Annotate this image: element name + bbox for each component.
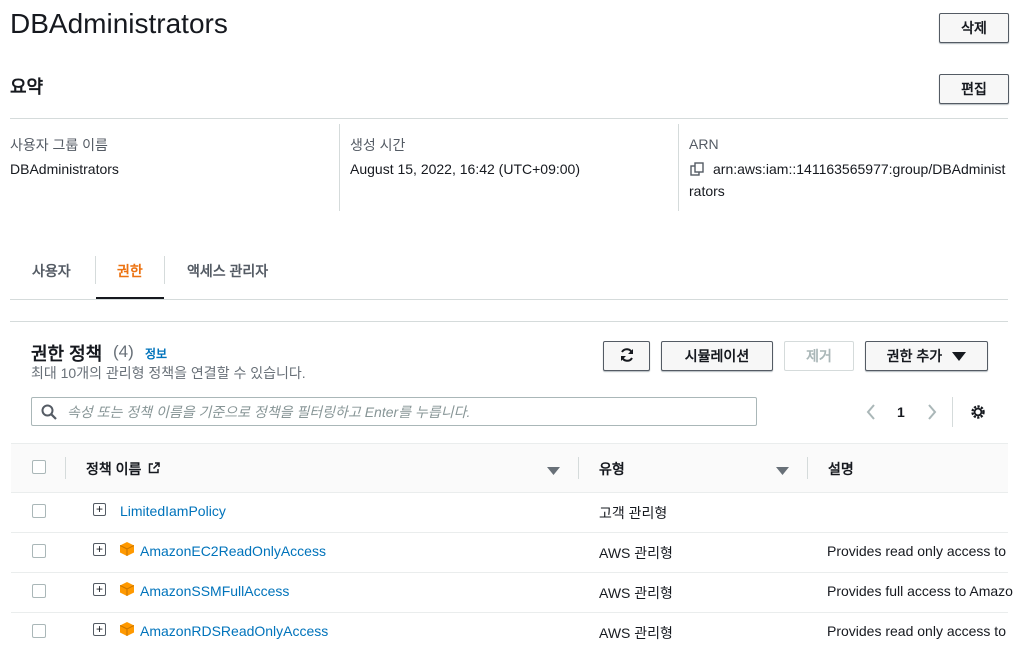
- table-row[interactable]: + AmazonRDSReadOnlyAccess AWS 관리형 Provid…: [11, 612, 1008, 652]
- refresh-button[interactable]: [603, 341, 650, 371]
- column-header-description[interactable]: 설명: [828, 459, 854, 479]
- policy-description: Provides read only access to: [827, 543, 1006, 559]
- column-separator: [578, 457, 579, 479]
- tabs-divider: [10, 299, 1008, 300]
- row-checkbox[interactable]: [32, 584, 46, 598]
- policy-name-link[interactable]: AmazonEC2ReadOnlyAccess: [140, 543, 326, 559]
- tab-separator: [95, 256, 96, 284]
- column-name-label: 정책 이름: [86, 461, 142, 477]
- arn-label: ARN: [689, 136, 719, 152]
- column-header-name[interactable]: 정책 이름: [86, 459, 161, 479]
- column-header-type[interactable]: 유형: [599, 459, 625, 479]
- simulate-button[interactable]: 시뮬레이션: [661, 341, 773, 371]
- select-all-checkbox[interactable]: [32, 460, 46, 474]
- table-row[interactable]: + AmazonEC2ReadOnlyAccess AWS 관리형 Provid…: [11, 532, 1008, 573]
- policy-type: AWS 관리형: [599, 585, 673, 601]
- tab-access-advisor[interactable]: 액세스 관리자: [187, 261, 268, 281]
- summary-heading: 요약: [10, 77, 44, 97]
- table-row[interactable]: + AmazonSSMFullAccess AWS 관리형 Provides f…: [11, 572, 1013, 613]
- column-divider: [678, 124, 679, 211]
- row-checkbox[interactable]: [32, 624, 46, 638]
- created-value: August 15, 2022, 16:42 (UTC+09:00): [350, 161, 580, 177]
- chevron-right-icon[interactable]: [927, 404, 937, 425]
- expand-plus-icon[interactable]: +: [93, 583, 106, 596]
- policy-type: AWS 관리형: [599, 545, 673, 561]
- external-link-icon: [148, 461, 161, 477]
- tab-separator: [164, 256, 165, 284]
- search-input[interactable]: [65, 402, 729, 421]
- arn-value-line2: rators: [689, 183, 725, 199]
- policy-search-box[interactable]: [31, 397, 757, 426]
- policy-name-link[interactable]: AmazonSSMFullAccess: [140, 583, 289, 599]
- pagination-divider: [952, 397, 953, 427]
- column-separator: [65, 457, 66, 479]
- policy-type: 고객 관리형: [599, 505, 668, 521]
- table-row[interactable]: + LimitedIamPolicy 고객 관리형: [11, 492, 1008, 533]
- caret-down-icon: [952, 348, 967, 364]
- tab-permissions[interactable]: 권한: [117, 261, 143, 281]
- aws-managed-cube-icon: [119, 622, 135, 636]
- row-checkbox[interactable]: [32, 544, 46, 558]
- created-label: 생성 시간: [350, 137, 406, 153]
- column-divider: [339, 124, 340, 211]
- refresh-icon: [619, 347, 635, 366]
- aws-managed-cube-icon: [119, 542, 135, 556]
- chevron-left-icon[interactable]: [866, 404, 876, 425]
- expand-plus-icon[interactable]: +: [93, 543, 106, 556]
- delete-button[interactable]: 삭제: [939, 13, 1009, 43]
- expand-plus-icon[interactable]: +: [93, 503, 106, 516]
- summary-divider: [10, 118, 1008, 119]
- sort-caret-icon[interactable]: [547, 463, 560, 481]
- add-permissions-button[interactable]: 권한 추가: [865, 341, 988, 371]
- group-name-value: DBAdministrators: [10, 161, 119, 177]
- gear-icon[interactable]: [969, 403, 987, 426]
- remove-button[interactable]: 제거: [784, 341, 854, 371]
- row-checkbox[interactable]: [32, 504, 46, 518]
- column-separator: [807, 457, 808, 479]
- policy-name-link[interactable]: AmazonRDSReadOnlyAccess: [140, 623, 328, 639]
- policy-description: Provides full access to Amazo: [827, 583, 1013, 599]
- policy-type: AWS 관리형: [599, 625, 673, 641]
- permissions-description: 최대 10개의 관리형 정책을 연결할 수 있습니다.: [31, 365, 306, 381]
- table-header: 정책 이름 유형 설명: [11, 443, 1008, 493]
- arn-value-line1: arn:aws:iam::141163565977:group/DBAdmini…: [713, 161, 1006, 177]
- expand-plus-icon[interactable]: +: [93, 623, 106, 636]
- policy-name-link[interactable]: LimitedIamPolicy: [120, 503, 226, 519]
- edit-button[interactable]: 편집: [939, 74, 1009, 104]
- policy-description: Provides read only access to: [827, 623, 1006, 639]
- copy-icon[interactable]: [690, 162, 705, 182]
- add-permissions-label: 권한 추가: [886, 348, 943, 364]
- policy-count: (4): [113, 342, 134, 361]
- search-icon: [41, 404, 57, 420]
- sort-caret-icon[interactable]: [776, 463, 789, 481]
- aws-managed-cube-icon: [119, 582, 135, 596]
- tab-users[interactable]: 사용자: [32, 261, 71, 281]
- page-title: DBAdministrators: [10, 8, 228, 39]
- page-number[interactable]: 1: [897, 404, 905, 420]
- info-link[interactable]: 정보: [145, 345, 167, 362]
- group-name-label: 사용자 그룹 이름: [10, 137, 108, 153]
